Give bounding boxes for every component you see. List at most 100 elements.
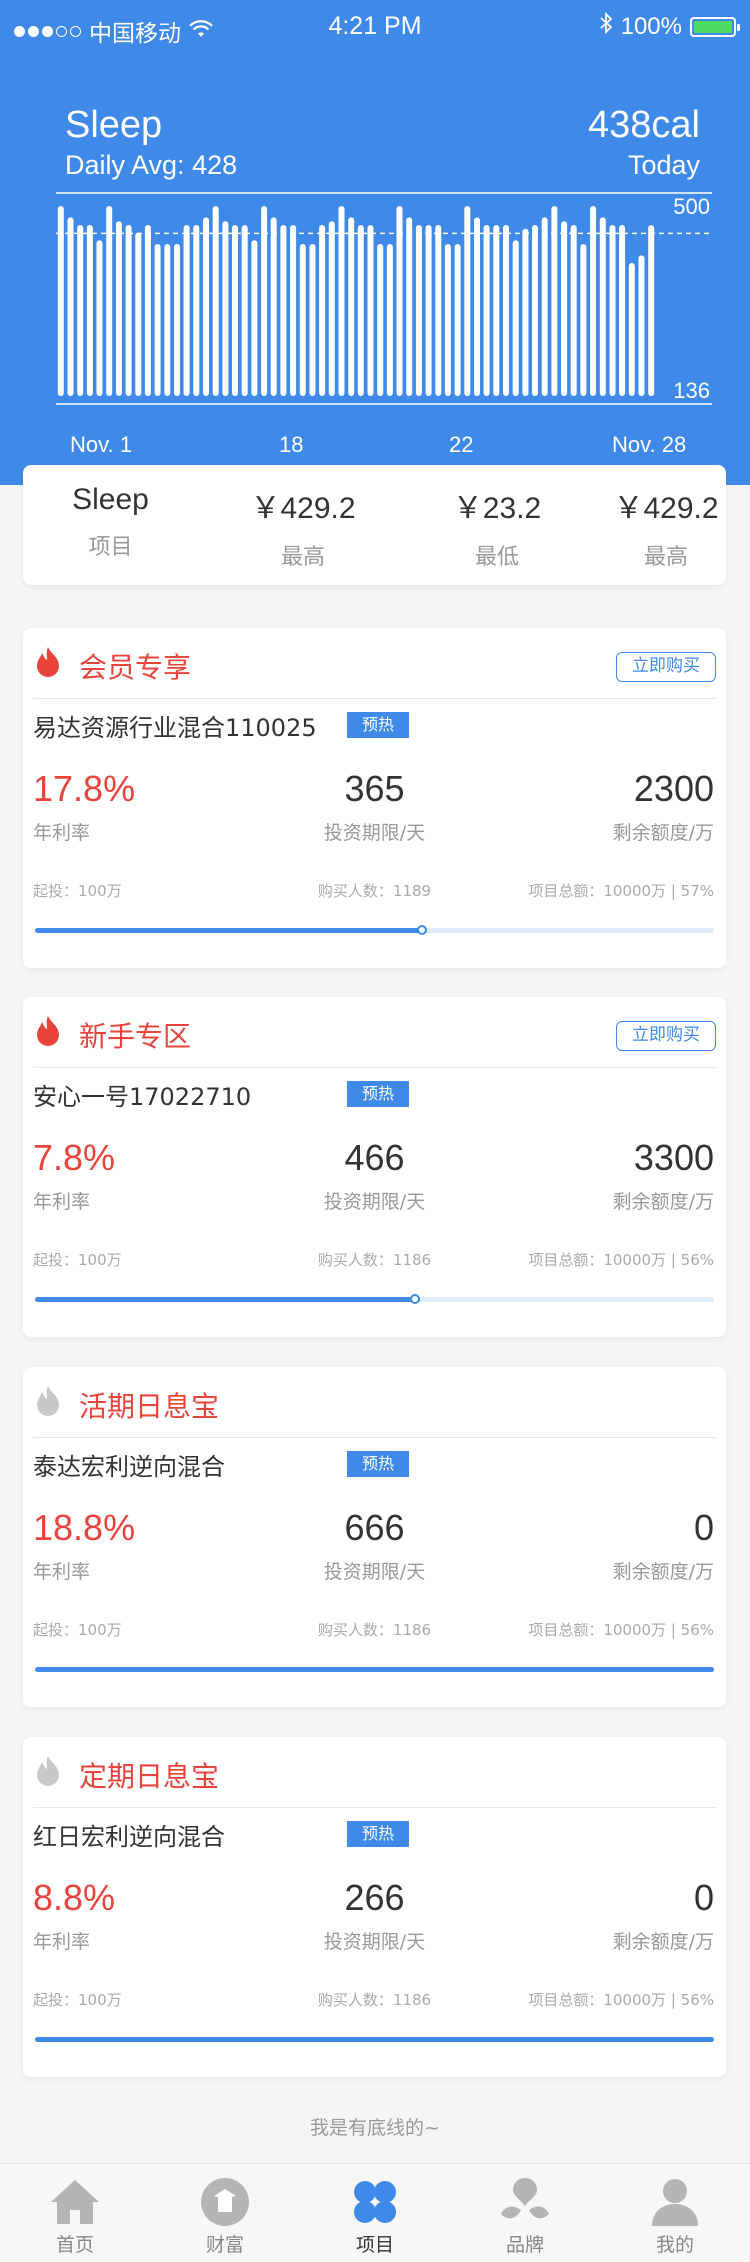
- product-name: 易达资源行业混合110025: [33, 714, 317, 742]
- tab-project[interactable]: 项目: [300, 2164, 450, 2262]
- sleep-bar: [57, 206, 64, 396]
- divider: [33, 1067, 716, 1068]
- card-title: 定期日息宝: [79, 1760, 220, 1793]
- sleep-bar: [348, 217, 355, 396]
- card-title: 新手专区: [79, 1020, 192, 1053]
- remaining-amount-label: 剩余额度/万: [612, 1931, 714, 1953]
- sleep-bar: [609, 225, 616, 396]
- preheat-tag: 预热: [347, 1081, 409, 1107]
- profile-icon: [652, 2179, 698, 2226]
- chart-title: Sleep: [65, 104, 163, 146]
- term-days: 666: [344, 1507, 405, 1548]
- product-card[interactable]: 会员专享 立即购买 易达资源行业混合110025 预热 17.8% 年利率 36…: [23, 628, 726, 968]
- sleep-bar: [638, 255, 645, 396]
- wealth-icon: [201, 2178, 249, 2226]
- sleep-bar: [106, 206, 113, 396]
- progress-fill: [35, 1667, 714, 1672]
- sleep-bar: [464, 206, 471, 396]
- term-days: 266: [344, 1877, 405, 1918]
- summary-label: 最低: [474, 545, 519, 570]
- sleep-bar: [144, 225, 151, 396]
- home-icon: [51, 2180, 99, 2224]
- summary-label: 项目: [88, 535, 133, 560]
- sleep-bar: [493, 225, 500, 396]
- sleep-header: 中国移动 4:21 PM 100% Sleep Daily Avg: 428 4…: [0, 0, 750, 485]
- sleep-bar: [67, 217, 74, 396]
- sleep-bar: [425, 225, 432, 396]
- buy-now-button[interactable]: 立即购买: [616, 652, 716, 682]
- tab-profile[interactable]: 我的: [600, 2164, 750, 2262]
- tab-home[interactable]: 首页: [0, 2164, 150, 2262]
- sleep-bar: [241, 225, 248, 396]
- tab-wealth[interactable]: 财富: [150, 2164, 300, 2262]
- sleep-bar: [309, 244, 316, 396]
- card-header: 新手专区 立即购买: [23, 997, 726, 1067]
- summary-value: ￥429.2: [250, 492, 356, 525]
- progress-fill: [35, 2037, 714, 2042]
- summary-card: Sleep 项目 ￥429.2 最高 ￥23.2 最低 ￥429.2 最高: [23, 465, 726, 585]
- sleep-bar: [580, 244, 587, 396]
- sleep-bar: [570, 225, 577, 396]
- end-of-list-note: 我是有底线的~: [310, 2117, 440, 2139]
- sleep-bar: [203, 217, 209, 396]
- product-card[interactable]: 活期日息宝 泰达宏利逆向混合 预热 18.8% 年利率 666 投资期限/天 0…: [23, 1367, 726, 1707]
- sleep-bar: [396, 206, 403, 396]
- sleep-bar: [115, 221, 122, 396]
- sleep-bar: [406, 217, 413, 396]
- summary-item: ￥23.2 最低: [417, 483, 577, 571]
- sleep-bar: [377, 244, 384, 396]
- remaining-amount-label: 剩余额度/万: [612, 1191, 714, 1213]
- preheat-tag: 预热: [347, 712, 409, 738]
- product-card[interactable]: 新手专区 立即购买 安心一号17022710 预热 7.8% 年利率 466 投…: [23, 997, 726, 1337]
- x-tick-label: 22: [449, 432, 474, 457]
- flame-icon: [37, 647, 59, 677]
- flame-icon: [37, 1016, 59, 1046]
- sleep-bar: [96, 240, 103, 396]
- bottom-tab-bar: 首页 财富 项目 品牌 我的: [0, 2163, 750, 2262]
- card-title: 会员专享: [79, 651, 192, 684]
- sleep-bar: [212, 206, 219, 396]
- product-card[interactable]: 定期日息宝 红日宏利逆向混合 预热 8.8% 年利率 266 投资期限/天 0 …: [23, 1737, 726, 2077]
- sleep-bar: [154, 244, 161, 396]
- sleep-bar: [561, 221, 568, 396]
- today-label: Today: [627, 150, 700, 180]
- sleep-bar: [590, 206, 597, 396]
- summary-label: 最高: [643, 545, 688, 570]
- project-total: 项目总额：10000万 | 56%: [528, 1991, 714, 2009]
- sleep-bar: [367, 225, 374, 396]
- sleep-bar: [328, 221, 335, 396]
- sleep-bar: [232, 225, 238, 396]
- summary-label: 最高: [280, 545, 325, 570]
- preheat-tag: 预热: [347, 1821, 409, 1847]
- flame-icon: [37, 1386, 59, 1416]
- progress-bar: [35, 925, 714, 935]
- product-name: 安心一号17022710: [33, 1083, 252, 1111]
- progress-bar: [35, 1294, 714, 1304]
- summary-item: ￥429.2 最高: [223, 483, 383, 571]
- project-total: 项目总额：10000万 | 56%: [528, 1621, 714, 1639]
- sleep-bar: [270, 217, 277, 396]
- sleep-bar: [435, 225, 442, 396]
- tab-brand[interactable]: 品牌: [450, 2164, 600, 2262]
- tab-label: 财富: [205, 2234, 244, 2256]
- sleep-bar: [532, 225, 538, 396]
- preheat-tag: 预热: [347, 1451, 409, 1477]
- buy-now-button[interactable]: 立即购买: [616, 1021, 716, 1051]
- summary-value: Sleep: [72, 483, 149, 516]
- sleep-bar: [193, 225, 200, 396]
- sleep-bar: [261, 206, 268, 396]
- tab-label: 首页: [55, 2234, 94, 2256]
- x-tick-label: 18: [279, 432, 304, 457]
- status-bar: 中国移动 4:21 PM 100%: [0, 0, 750, 54]
- divider: [33, 1807, 716, 1808]
- sleep-bar: [415, 225, 422, 396]
- sleep-bar: [86, 225, 93, 396]
- card-header: 定期日息宝: [23, 1737, 726, 1807]
- sleep-bar: [164, 244, 171, 396]
- term-days: 365: [344, 768, 405, 809]
- sleep-bar: [183, 225, 190, 396]
- sleep-bar: [386, 244, 393, 396]
- divider: [33, 1437, 716, 1438]
- sleep-bar: [551, 206, 558, 396]
- sleep-bar: [454, 244, 461, 396]
